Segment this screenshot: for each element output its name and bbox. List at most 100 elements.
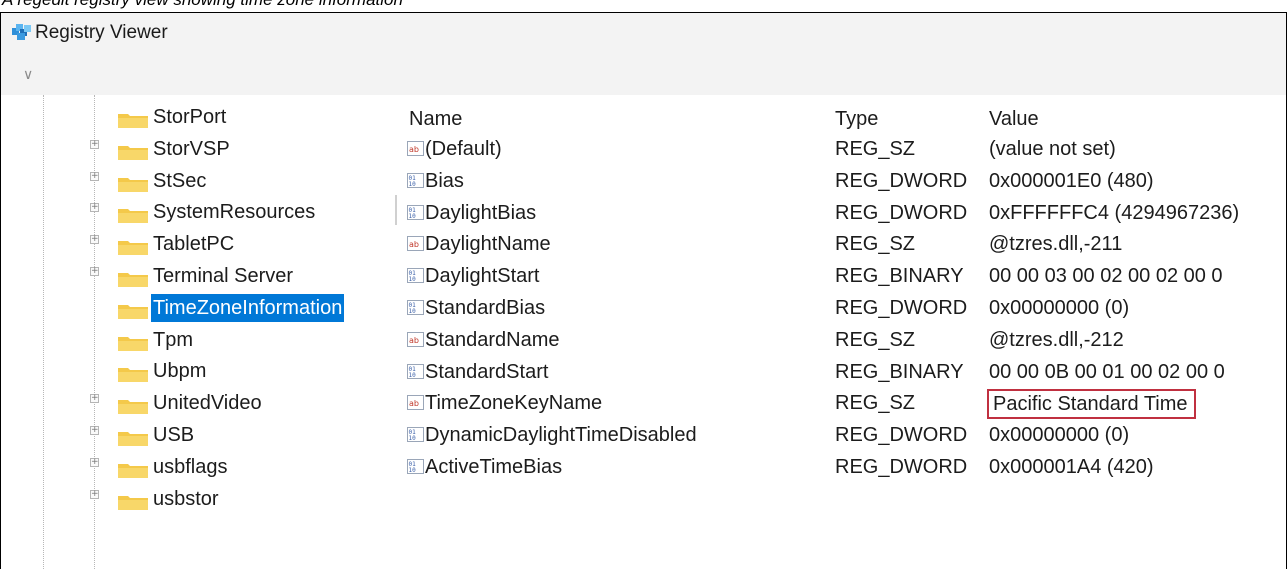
value-row-daylightname[interactable]: ab DaylightName REG_SZ @tzres.dll,-211 xyxy=(399,228,1286,260)
expand-icon[interactable]: + xyxy=(90,171,99,181)
expand-icon[interactable]: + xyxy=(90,489,99,499)
binary-value-icon: 0110 xyxy=(407,268,424,284)
tree-item-ubpm[interactable]: Ubpm xyxy=(1,353,393,385)
tree-item-terminal-server[interactable]: + Terminal Server xyxy=(1,258,393,290)
tree-item-label: StSec xyxy=(153,169,207,192)
value-name-text: Bias xyxy=(425,169,464,192)
folder-icon xyxy=(118,177,148,192)
value-name-text: DynamicDaylightTimeDisabled xyxy=(425,424,697,447)
value-row-default[interactable]: ab (Default) REG_SZ (value not set) xyxy=(399,133,1286,165)
svg-text:10: 10 xyxy=(409,181,417,188)
value-data-cell: 00 00 0B 00 01 00 02 00 0 xyxy=(989,360,1225,383)
column-header-value[interactable]: Value xyxy=(989,103,1039,135)
title-bar: Registry Viewer xyxy=(1,13,1286,55)
expand-icon[interactable]: + xyxy=(90,235,99,245)
folder-icon xyxy=(118,495,148,510)
value-data-cell: 0x00000000 (0) xyxy=(989,297,1130,319)
tree-item-systemresources[interactable]: + SystemResources xyxy=(1,194,393,226)
tree-item-label: USB xyxy=(153,424,195,446)
value-type-cell: REG_BINARY xyxy=(835,265,964,288)
tree-item-label: Tpm xyxy=(153,328,193,351)
value-row-standardname[interactable]: ab StandardName REG_SZ @tzres.dll,-212 xyxy=(399,324,1286,356)
value-type-cell: REG_SZ xyxy=(835,328,916,351)
value-name-cell: 01 10 DaylightBias xyxy=(407,197,536,229)
tree-item-tabletpc[interactable]: + TabletPC xyxy=(1,226,393,258)
value-row-bias[interactable]: 01 10 Bias REG_DWORD 0x000001E0 (480) xyxy=(399,165,1286,197)
binary-value-icon: 0110 xyxy=(407,172,424,188)
value-name-text: DaylightStart xyxy=(425,265,540,288)
string-value-icon: ab xyxy=(407,141,424,156)
value-name-cell: 01 10 StandardStart xyxy=(407,356,548,388)
tree-item-usbflags[interactable]: + usbflags xyxy=(1,449,393,481)
folder-icon xyxy=(118,432,148,446)
value-data-cell: 0x000001A4 (420) xyxy=(989,456,1154,478)
folder-icon xyxy=(118,304,148,319)
value-name-cell: 01 10 DynamicDaylightTimeDisabled xyxy=(407,419,697,451)
tree-item-label: StorVSP xyxy=(153,137,230,160)
value-row-daylightstart[interactable]: 01 10 DaylightStart REG_BINARY 00 00 03 00 0… xyxy=(399,260,1286,292)
svg-text:10: 10 xyxy=(409,467,417,474)
binary-value-icon: 0110 xyxy=(407,300,424,315)
folder-icon xyxy=(118,114,148,128)
column-header-type[interactable]: Type xyxy=(835,103,878,135)
figure-caption: A regedit registry view showing time zon… xyxy=(0,0,1287,12)
tree-item-usbstor[interactable]: + usbstor xyxy=(1,481,393,513)
list-header: Name Type Value xyxy=(399,103,1286,135)
expand-icon[interactable]: + xyxy=(90,139,99,149)
value-name-cell: ab (Default) xyxy=(407,133,502,165)
tree-item-label: UnitedVideo xyxy=(153,392,262,415)
value-type-cell: REG_DWORD xyxy=(835,424,968,447)
column-header-name[interactable]: Name xyxy=(409,103,462,135)
value-type-cell: REG_SZ xyxy=(835,233,916,256)
folder-icon xyxy=(118,209,148,224)
value-name-cell: 01 10 ActiveTimeBias xyxy=(407,451,562,483)
value-name-text: DaylightBias xyxy=(425,201,537,224)
tree-item-storvsp[interactable]: + StorVSP xyxy=(1,131,393,163)
tree-item-timezoneinformation[interactable]: TimeZoneInformation xyxy=(1,290,393,322)
svg-text:10: 10 xyxy=(409,276,417,283)
tree-item-usb[interactable]: + USB xyxy=(1,417,393,449)
svg-text:10: 10 xyxy=(409,308,417,315)
value-row-standardstart[interactable]: 01 10 StandardStart REG_BINARY 00 00 0B 00 0… xyxy=(399,356,1286,388)
tree-item-storport[interactable]: StorPort xyxy=(1,99,393,131)
registry-app-icon xyxy=(12,24,31,40)
svg-text:ab: ab xyxy=(409,240,419,249)
value-type-cell: REG_DWORD xyxy=(835,297,968,319)
value-row-activetimebias[interactable]: 01 10 ActiveTimeBias REG_DWORD 0x000001A4 (4… xyxy=(399,451,1286,483)
value-row-timezonekeyname[interactable]: ab TimeZoneKeyName REG_SZ Pacific Standard … xyxy=(399,387,1286,420)
tree-item-label: usbflags xyxy=(153,455,228,478)
chevron-down-icon[interactable]: ∨ xyxy=(23,67,33,83)
svg-text:10: 10 xyxy=(409,435,417,442)
expand-icon[interactable]: + xyxy=(90,267,99,276)
folder-icon xyxy=(118,273,148,287)
value-name-cell: ab TimeZoneKeyName xyxy=(407,387,602,419)
splitter-grip[interactable] xyxy=(395,195,397,225)
value-row-standardbias[interactable]: 01 10 StandardBias REG_DWORD 0x00000000 (0) xyxy=(399,292,1286,324)
svg-text:ab: ab xyxy=(409,399,419,408)
tree-item-stsec[interactable]: + StSec xyxy=(1,163,393,195)
expand-icon[interactable]: + xyxy=(90,457,99,467)
value-name-text: StandardName xyxy=(425,328,560,351)
value-name-text: TimeZoneKeyName xyxy=(425,392,603,415)
value-type-cell: REG_DWORD xyxy=(835,456,968,478)
expand-icon[interactable]: + xyxy=(90,394,99,404)
value-name-text: (Default) xyxy=(425,138,502,160)
registry-value-list: Name Type Value ab (Default) REG_SZ (value … xyxy=(399,95,1286,569)
value-row-daylightbias[interactable]: 01 10 DaylightBias REG_DWORD 0xFFFFFFC4 (429… xyxy=(399,197,1286,229)
expand-icon[interactable]: + xyxy=(90,203,99,213)
value-type-cell: REG_SZ xyxy=(835,138,916,160)
value-name-cell: 01 10 Bias xyxy=(407,165,464,197)
tree-item-unitedvideo[interactable]: + UnitedVideo xyxy=(1,385,393,417)
registry-viewer-window: Registry Viewer ∨ StorPort + StorVSP + StSec… xyxy=(0,12,1287,569)
toolbar-strip: ∨ xyxy=(1,55,1286,96)
value-type-cell: REG_BINARY xyxy=(835,360,964,383)
value-row-dynamicdaylighttimedisabled[interactable]: 01 10 DynamicDaylightTimeDisabled REG_DWORD… xyxy=(399,419,1286,451)
expand-icon[interactable]: + xyxy=(90,426,99,435)
string-value-icon: ab xyxy=(407,236,424,252)
string-value-icon: ab xyxy=(407,395,424,411)
binary-value-icon: 0110 xyxy=(407,204,424,220)
value-name-text: ActiveTimeBias xyxy=(425,456,563,478)
tree-item-tpm[interactable]: Tpm xyxy=(1,322,393,354)
folder-icon xyxy=(118,400,148,415)
value-type-cell: REG_DWORD xyxy=(835,201,968,224)
